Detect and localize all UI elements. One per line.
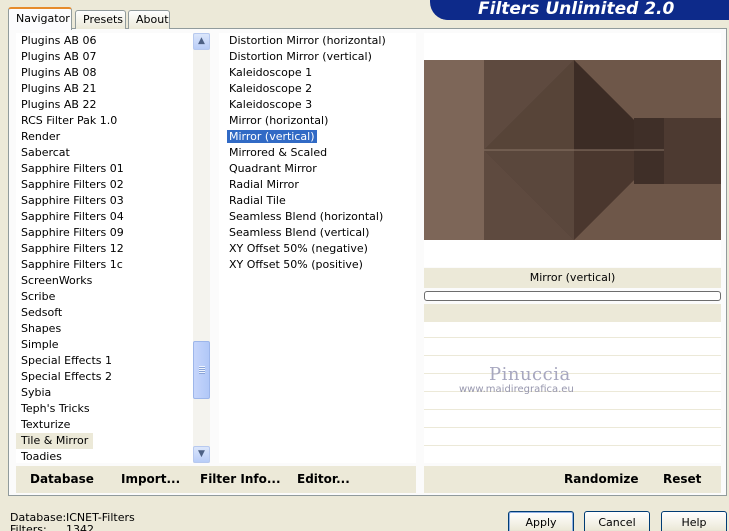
apply-button[interactable]: Apply (508, 511, 574, 531)
category-item[interactable]: Special Effects 2 (16, 369, 209, 385)
category-item[interactable]: Sabercat (16, 145, 209, 161)
cancel-button[interactable]: Cancel (584, 511, 650, 531)
parameter-row-divider (424, 409, 721, 410)
filters-count-value: 1342 (66, 523, 94, 531)
category-item[interactable]: Sedsoft (16, 305, 209, 321)
tab-presets[interactable]: Presets (75, 10, 126, 29)
progress-bar (424, 291, 721, 301)
parameter-row-divider (424, 445, 721, 446)
filter-item-label: Mirror (horizontal) (229, 114, 329, 127)
filter-item[interactable]: XY Offset 50% (negative) (219, 241, 416, 257)
filter-item-label: Mirror (vertical) (226, 129, 318, 144)
tab-navigator[interactable]: Navigator (8, 7, 72, 30)
parameter-row-divider (424, 337, 721, 338)
parameter-row-divider (424, 355, 721, 356)
category-item[interactable]: Render (16, 129, 209, 145)
parameter-row-divider (424, 373, 721, 374)
scroll-down-button[interactable]: ▼ (193, 446, 210, 463)
category-item[interactable]: Scribe (16, 289, 209, 305)
category-list[interactable]: Plugins AB 06 Plugins AB 07 Plugins AB 08 P… (16, 33, 209, 463)
watermark-url: www.maidiregrafica.eu (459, 384, 574, 395)
filter-item[interactable]: Quadrant Mirror (219, 161, 416, 177)
filter-item[interactable]: Seamless Blend (horizontal) (219, 209, 416, 225)
watermark-name: Pinuccia (489, 364, 571, 385)
category-item[interactable]: Simple (16, 337, 209, 353)
filter-item-label: Radial Mirror (229, 178, 299, 191)
category-item[interactable]: Sybia (16, 385, 209, 401)
filters-count-label: Filters: (10, 523, 47, 531)
filter-item[interactable]: Radial Mirror (219, 177, 416, 193)
filter-item[interactable]: Kaleidoscope 3 (219, 97, 416, 113)
app-title: Filters Unlimited 2.0 (478, 0, 675, 19)
filter-item[interactable]: Distortion Mirror (horizontal) (219, 33, 416, 49)
filter-item-label: Mirrored & Scaled (229, 146, 328, 159)
filter-item[interactable]: XY Offset 50% (positive) (219, 257, 416, 273)
tab-about[interactable]: About (128, 10, 170, 29)
category-item[interactable]: RCS Filter Pak 1.0 (16, 113, 209, 129)
category-item[interactable]: Toadies (16, 449, 209, 463)
category-item[interactable]: Plugins AB 07 (16, 49, 209, 65)
category-item[interactable]: Plugins AB 22 (16, 97, 209, 113)
category-item[interactable]: Shapes (16, 321, 209, 337)
category-item[interactable]: Sapphire Filters 03 (16, 193, 209, 209)
filter-item-label: Kaleidoscope 2 (229, 82, 313, 95)
help-button[interactable]: Help (661, 511, 727, 531)
filter-item-label: Kaleidoscope 1 (229, 66, 313, 79)
filter-item-label: Seamless Blend (horizontal) (229, 210, 384, 223)
grip-icon (199, 366, 205, 374)
filter-item[interactable]: Radial Tile (219, 193, 416, 209)
filter-item-label: XY Offset 50% (positive) (229, 258, 363, 271)
app-title-banner: Filters Unlimited 2.0 (430, 0, 729, 20)
category-item[interactable]: Sapphire Filters 1c (16, 257, 209, 273)
filter-item-label: Distortion Mirror (vertical) (229, 50, 372, 63)
filter-list[interactable]: Distortion Mirror (horizontal) Distortion… (219, 33, 416, 463)
category-item[interactable]: Tile & Mirror (16, 433, 94, 449)
filter-item[interactable]: Mirror (horizontal) (219, 113, 416, 129)
filter-info-button[interactable]: Filter Info... (200, 472, 281, 486)
reset-button[interactable]: Reset (663, 472, 701, 486)
filter-item[interactable]: Kaleidoscope 1 (219, 65, 416, 81)
category-item[interactable]: Plugins AB 21 (16, 81, 209, 97)
filter-item[interactable]: Mirror (vertical) (219, 129, 416, 145)
category-item[interactable]: Texturize (16, 417, 209, 433)
category-item[interactable]: Plugins AB 06 (16, 33, 209, 49)
category-item[interactable]: Sapphire Filters 09 (16, 225, 209, 241)
parameter-row-divider (424, 427, 721, 428)
scroll-thumb[interactable] (193, 341, 210, 399)
filter-item-label: Distortion Mirror (horizontal) (229, 34, 386, 47)
category-item[interactable]: Plugins AB 08 (16, 65, 209, 81)
scroll-up-button[interactable]: ▲ (193, 33, 210, 50)
category-item[interactable]: ScreenWorks (16, 273, 209, 289)
database-button[interactable]: Database (30, 472, 94, 486)
category-item[interactable]: Sapphire Filters 04 (16, 209, 209, 225)
filter-item-label: XY Offset 50% (negative) (229, 242, 368, 255)
filter-item[interactable]: Distortion Mirror (vertical) (219, 49, 416, 65)
filter-item-label: Radial Tile (229, 194, 286, 207)
editor-button[interactable]: Editor... (297, 472, 350, 486)
filter-item-label: Kaleidoscope 3 (229, 98, 313, 111)
filter-item[interactable]: Seamless Blend (vertical) (219, 225, 416, 241)
preview-image (424, 60, 721, 240)
filter-item-label: Quadrant Mirror (229, 162, 317, 175)
filter-item[interactable]: Mirrored & Scaled (219, 145, 416, 161)
parameter-header-strip (424, 304, 721, 322)
category-item[interactable]: Teph's Tricks (16, 401, 209, 417)
chevron-up-icon: ▲ (198, 36, 205, 46)
preview-filter-name: Mirror (vertical) (424, 268, 721, 288)
category-item[interactable]: Sapphire Filters 02 (16, 177, 209, 193)
filter-item-label: Seamless Blend (vertical) (229, 226, 370, 239)
import-button[interactable]: Import... (121, 472, 180, 486)
category-item[interactable]: Sapphire Filters 12 (16, 241, 209, 257)
category-item[interactable]: Special Effects 1 (16, 353, 209, 369)
chevron-down-icon: ▼ (198, 449, 205, 459)
randomize-button[interactable]: Randomize (564, 472, 638, 486)
category-item[interactable]: Sapphire Filters 01 (16, 161, 209, 177)
filter-item[interactable]: Kaleidoscope 2 (219, 81, 416, 97)
category-scrollbar[interactable]: ▲ ▼ (193, 33, 210, 463)
